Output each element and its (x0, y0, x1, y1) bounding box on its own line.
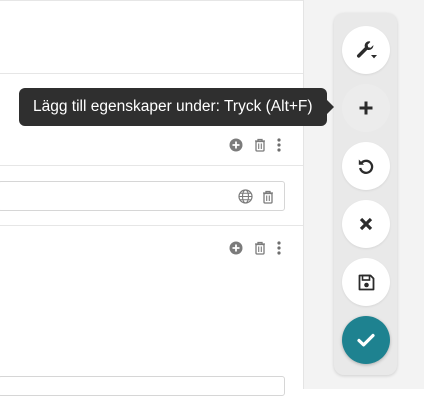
divider (0, 0, 303, 1)
add-circle-icon[interactable] (229, 138, 243, 152)
undo-button[interactable] (342, 142, 390, 190)
plus-icon (358, 100, 374, 116)
wrench-dropdown-icon (354, 39, 378, 61)
tooltip: Lägg till egenskaper under: Tryck (Alt+F… (19, 88, 334, 126)
more-vertical-icon[interactable] (277, 241, 281, 255)
globe-icon[interactable] (238, 189, 253, 204)
add-circle-icon[interactable] (229, 241, 243, 255)
editor-panel (0, 0, 304, 396)
field-actions (238, 189, 274, 204)
save-button[interactable] (342, 258, 390, 306)
divider (0, 73, 303, 74)
confirm-button[interactable] (342, 316, 390, 364)
divider (0, 225, 303, 226)
cancel-button[interactable] (342, 200, 390, 248)
row-actions (229, 241, 281, 255)
trash-icon[interactable] (254, 241, 266, 255)
divider (0, 165, 303, 166)
floppy-disk-icon (358, 274, 375, 291)
value-input-field[interactable] (0, 376, 285, 396)
trash-icon[interactable] (262, 190, 274, 204)
check-icon (357, 333, 375, 347)
trash-icon[interactable] (254, 138, 266, 152)
add-properties-button[interactable] (342, 84, 390, 132)
more-vertical-icon[interactable] (277, 138, 281, 152)
value-input-field[interactable] (0, 181, 285, 211)
close-icon (359, 217, 373, 231)
undo-icon (357, 157, 375, 175)
tools-button[interactable] (342, 26, 390, 74)
tooltip-text: Lägg till egenskaper under: Tryck (Alt+F… (33, 98, 313, 115)
row-actions (229, 138, 281, 152)
